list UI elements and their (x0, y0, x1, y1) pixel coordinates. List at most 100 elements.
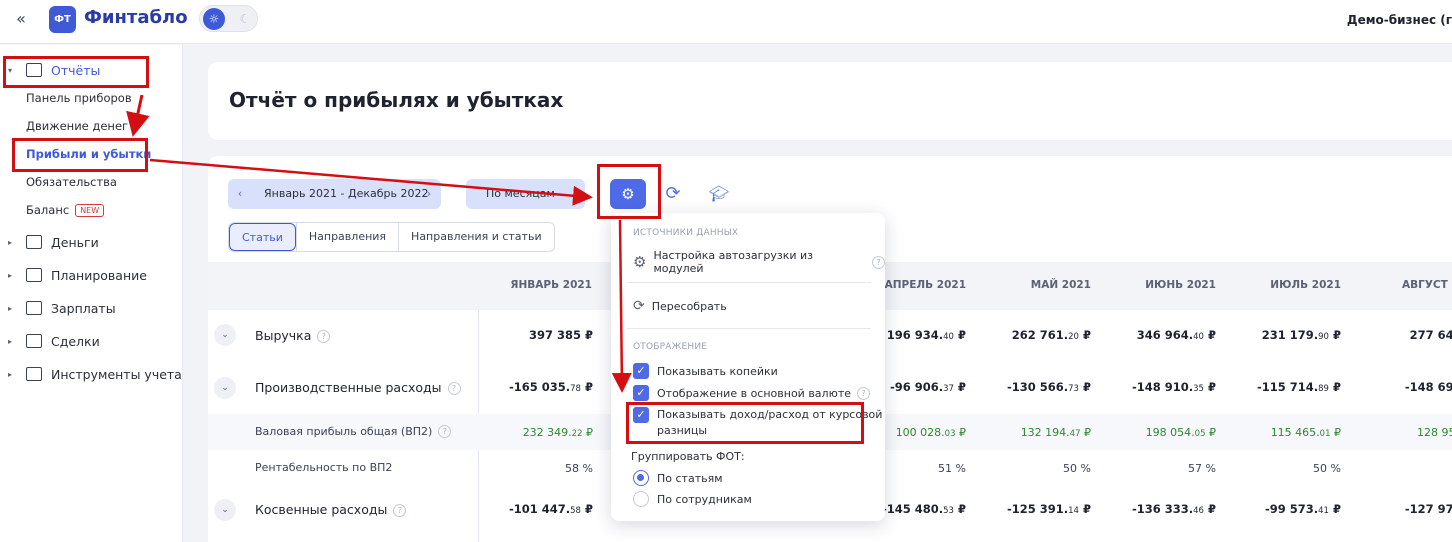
cell-fraction: 90 (1318, 332, 1329, 342)
row-label: Валовая прибыль общая (ВП2)? (255, 425, 452, 438)
table-cell: -101 447.58 ₽ (473, 502, 593, 516)
currency: ₽ (586, 426, 593, 439)
item-label: По статьям (657, 471, 723, 485)
radio-by-employees[interactable]: По сотрудникам (633, 491, 752, 507)
settings-dropdown: ИСТОЧНИКИ ДАННЫХ ⚙ Настройка автозагрузк… (611, 213, 885, 521)
collapse-sidebar-icon[interactable]: « (10, 8, 32, 30)
help-icon[interactable]: ? (317, 330, 331, 343)
page-title: Отчёт о прибылях и убытках (229, 88, 564, 112)
sidebar-item-label: Инструменты учета (51, 366, 182, 382)
table-cell: 58 % (565, 462, 593, 475)
highlight-settings (597, 164, 661, 219)
table-cell: 132 194.47 ₽ (971, 426, 1091, 439)
refresh-icon[interactable]: ⟳ (660, 179, 686, 209)
help-icon[interactable]: ? (393, 504, 407, 517)
period-selector[interactable]: По месяцам (466, 179, 585, 209)
sun-icon[interactable]: ☼ (203, 8, 225, 30)
help-icon[interactable]: ? (438, 425, 452, 438)
checkmark-icon: ✓ (633, 385, 649, 401)
divider (627, 282, 871, 283)
show-kopecks-checkbox[interactable]: ✓ Показывать копейки (633, 363, 778, 379)
tab-directions[interactable]: Направления (295, 223, 398, 251)
sidebar-item-label: Планирование (51, 267, 147, 283)
cell-fraction: 22 (571, 429, 583, 439)
chevron-down-icon[interactable]: ⌄ (214, 377, 236, 399)
graduation-cap-icon[interactable]: 🎓︎ (705, 179, 733, 209)
section-label-sources: ИСТОЧНИКИ ДАННЫХ (633, 228, 739, 238)
wallet-icon (26, 235, 42, 249)
sidebar-item-planning[interactable]: ▸ Планирование (8, 264, 147, 286)
currency: ₽ (584, 380, 593, 394)
divider (627, 328, 871, 329)
sidebar-item-dashboard[interactable]: Панель приборов (26, 91, 132, 105)
moon-icon[interactable]: ☾ (234, 8, 256, 30)
sidebar-item-tools[interactable]: ▸ Инструменты учета (8, 363, 182, 385)
table-cell: 128 951. (1346, 426, 1452, 439)
row-label-text: Косвенные расходы (255, 502, 388, 517)
cell-value: 262 761. (1011, 328, 1069, 342)
radio-by-items[interactable]: По статьям (633, 470, 723, 486)
logo: ФТ (49, 6, 76, 33)
base-currency-checkbox[interactable]: ✓ Отображение в основной валюте ? (633, 385, 871, 401)
table-cell: 346 964.40 ₽ (1096, 328, 1216, 342)
sidebar-item-deals[interactable]: ▸ Сделки (8, 330, 100, 352)
sidebar-item-liabilities[interactable]: Обязательства (26, 175, 117, 189)
table-cell: -130 566.73 ₽ (971, 380, 1091, 394)
briefcase-icon (26, 334, 42, 348)
chevron-left-icon[interactable]: ‹ (230, 179, 250, 209)
row-label-text: Выручка (255, 328, 312, 343)
cell-value: -148 910. (1131, 380, 1194, 394)
theme-toggle[interactable]: ☼ ☾ (199, 5, 258, 32)
table-cell: -125 391.14 ₽ (971, 502, 1091, 516)
cell-value: -145 480. (881, 502, 944, 516)
cell-fraction: 78 (570, 384, 581, 394)
currency: ₽ (957, 328, 966, 342)
currency: ₽ (1332, 380, 1341, 394)
sidebar-item-cashflow[interactable]: Движение денег (26, 119, 128, 133)
refresh-icon: ⟳ (633, 298, 645, 314)
sidebar-item-balance[interactable]: Баланс NEW (26, 203, 105, 217)
cell-fraction: 58 (570, 506, 581, 516)
cell-value: -127 970. (1404, 502, 1452, 516)
brand-name: Финтабло (84, 7, 188, 28)
tab-items[interactable]: Статьи (229, 223, 296, 251)
currency: ₽ (1207, 328, 1216, 342)
sidebar-item-salaries[interactable]: ▸ Зарплаты (8, 297, 116, 319)
cell-value: -136 333. (1131, 502, 1194, 516)
cell-fraction: 41 (1318, 506, 1329, 516)
person-icon (26, 301, 42, 315)
chevron-right-icon: ▸ (8, 369, 13, 379)
cell-fraction: 89 (1318, 384, 1329, 394)
cell-fraction: 20 (1068, 332, 1079, 342)
sidebar-item-money[interactable]: ▸ Деньги (8, 231, 99, 253)
help-icon[interactable]: ? (447, 382, 461, 395)
autoload-settings-item[interactable]: ⚙ Настройка автозагрузки из модулей ? (633, 249, 885, 275)
radio-selected-icon (633, 470, 649, 486)
highlight-fx-option (626, 402, 864, 444)
cell-value: -115 714. (1256, 380, 1319, 394)
new-badge: NEW (75, 204, 105, 217)
cell-value: 132 194. (1020, 426, 1070, 439)
cell-value: 232 349. (522, 426, 572, 439)
row-label-text: Валовая прибыль общая (ВП2) (255, 425, 433, 438)
view-tabs: Статьи Направления Направления и статьи (228, 222, 555, 252)
business-selector[interactable]: Демо-бизнес (г (1347, 13, 1452, 27)
cell-fraction: 35 (1193, 384, 1204, 394)
chevron-down-icon[interactable]: ⌄ (214, 499, 236, 521)
chevron-right-icon[interactable]: › (419, 179, 439, 209)
sidebar-item-label: Деньги (51, 234, 99, 250)
currency: ₽ (1334, 426, 1341, 439)
gear-icon: ⚙ (633, 253, 647, 271)
chevron-down-icon[interactable]: ⌄ (214, 324, 236, 346)
cell-value: 115 465. (1270, 426, 1320, 439)
rebuild-item[interactable]: ⟳ Пересобрать (633, 298, 727, 314)
item-label: Настройка автозагрузки из модулей (653, 249, 814, 275)
cell-value: -96 906. (889, 380, 944, 394)
date-range-picker[interactable]: ‹ Январь 2021 - Декабрь 2022 › (228, 179, 441, 209)
help-icon[interactable]: ? (857, 386, 871, 400)
cell-value: -148 697. (1404, 380, 1452, 394)
tab-directions-items[interactable]: Направления и статьи (398, 223, 554, 251)
help-icon[interactable]: ? (872, 255, 885, 269)
table-cell: 46 (1346, 462, 1452, 475)
table-cell: 397 385 ₽ (473, 328, 593, 342)
